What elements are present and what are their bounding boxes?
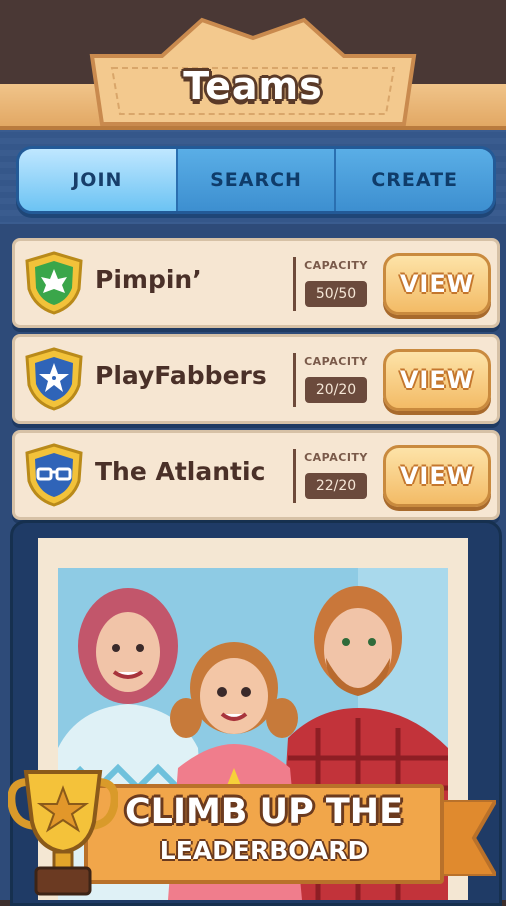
tab-create[interactable]: CREATE	[334, 149, 493, 211]
capacity-label: CAPACITY	[304, 259, 368, 272]
capacity-value: 50/50	[305, 281, 367, 307]
team-name: The Atlantic	[95, 457, 266, 486]
leaf-icon	[23, 251, 85, 315]
star-icon	[23, 347, 85, 411]
page-title: Teams	[183, 64, 323, 108]
promo-subheadline: LEADERBOARD	[159, 836, 369, 865]
team-row: PlayFabbers CAPACITY 20/20 VIEW	[12, 334, 500, 424]
divider	[293, 449, 296, 503]
team-tabs: JOIN SEARCH CREATE	[16, 146, 496, 214]
team-row: Pimpin’ CAPACITY 50/50 VIEW	[12, 238, 500, 328]
glasses-icon	[23, 443, 85, 507]
team-row: The Atlantic CAPACITY 22/20 VIEW	[12, 430, 500, 520]
tab-join[interactable]: JOIN	[19, 149, 176, 211]
view-button[interactable]: VIEW	[383, 445, 491, 507]
capacity-value: 22/20	[305, 473, 367, 499]
tab-search[interactable]: SEARCH	[175, 149, 335, 211]
view-button[interactable]: VIEW	[383, 349, 491, 411]
trophy-icon	[7, 752, 119, 900]
promo-headline: CLIMB UP THE	[124, 792, 404, 832]
capacity-label: CAPACITY	[304, 451, 368, 464]
capacity-value: 20/20	[305, 377, 367, 403]
divider	[293, 353, 296, 407]
view-button[interactable]: VIEW	[383, 253, 491, 315]
team-name: PlayFabbers	[95, 361, 267, 390]
team-name: Pimpin’	[95, 265, 202, 294]
divider	[293, 257, 296, 311]
capacity-label: CAPACITY	[304, 355, 368, 368]
